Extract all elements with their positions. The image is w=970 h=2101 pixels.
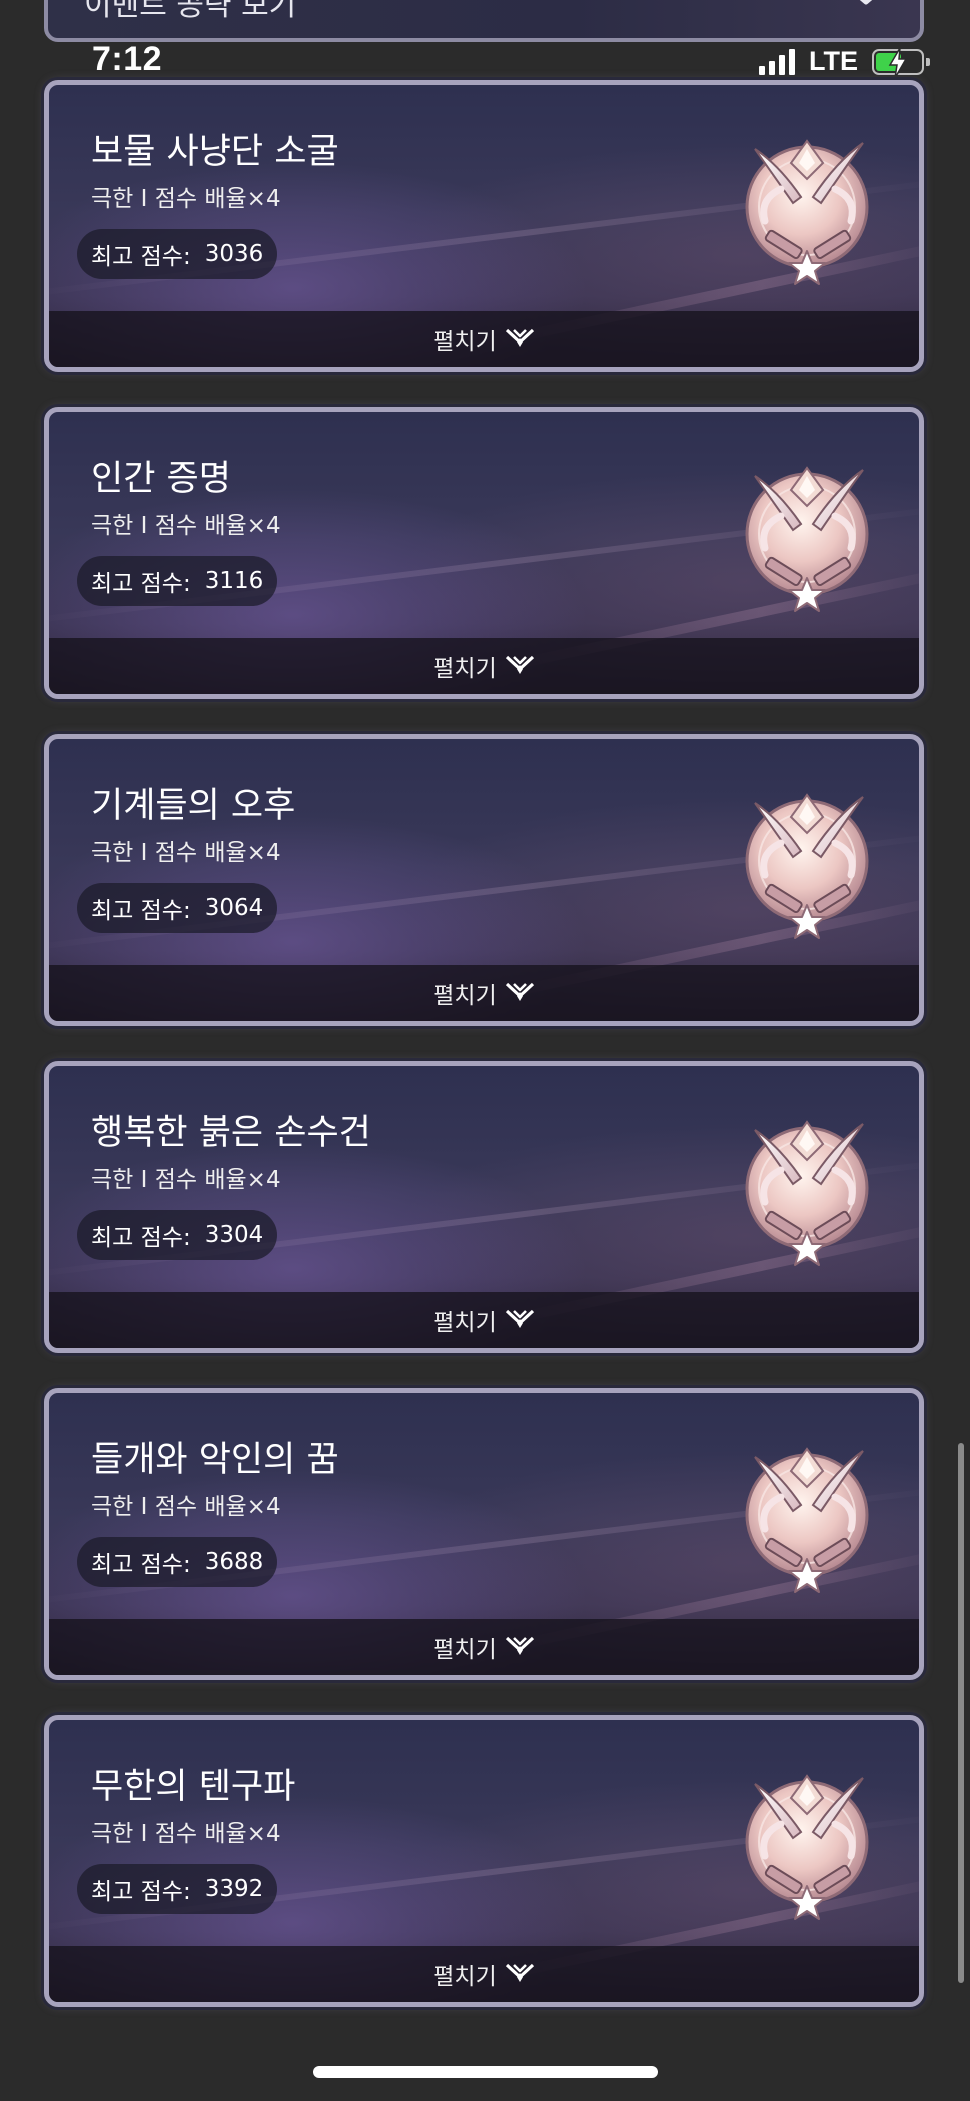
chevron-down-icon bbox=[505, 1959, 535, 1989]
best-score-badge: 최고 점수: 3688 bbox=[77, 1537, 278, 1587]
stage-title: 들개와 악인의 꿈 bbox=[91, 1440, 339, 1480]
stage-card[interactable]: 들개와 악인의 꿈 극한 I 점수 배율×4 최고 점수: 3688 펼치기 bbox=[44, 1388, 924, 1680]
expand-label: 펼치기 bbox=[433, 656, 497, 682]
best-score-value: 3304 bbox=[204, 1222, 264, 1248]
expand-label: 펼치기 bbox=[433, 1310, 497, 1336]
best-score-value: 3064 bbox=[204, 895, 264, 921]
crossed-swords-medal-icon bbox=[735, 1437, 883, 1597]
crossed-swords-medal-icon bbox=[735, 1110, 883, 1270]
crossed-swords-medal-icon bbox=[735, 129, 883, 289]
stage-difficulty: 극한 I 점수 배율×4 bbox=[91, 186, 281, 212]
best-score-label: 최고 점수: bbox=[91, 244, 191, 270]
stage-title: 인간 증명 bbox=[91, 459, 231, 499]
cellular-signal-icon bbox=[759, 48, 795, 75]
chevron-down-icon bbox=[505, 1632, 535, 1662]
stage-card[interactable]: 기계들의 오후 극한 I 점수 배율×4 최고 점수: 3064 펼치기 bbox=[44, 734, 924, 1026]
expand-button[interactable]: 펼치기 bbox=[49, 638, 919, 694]
status-indicators: LTE bbox=[759, 46, 930, 78]
battery-charging-icon bbox=[872, 47, 930, 78]
chevron-down-icon bbox=[505, 324, 535, 354]
expand-label: 펼치기 bbox=[433, 1964, 497, 1990]
status-time: 7:12 bbox=[92, 40, 163, 78]
best-score-badge: 최고 점수: 3036 bbox=[77, 229, 278, 279]
best-score-badge: 최고 점수: 3304 bbox=[77, 1210, 278, 1260]
stage-card[interactable]: 인간 증명 극한 I 점수 배율×4 최고 점수: 3116 펼치기 bbox=[44, 407, 924, 699]
stage-title: 무한의 텐구파 bbox=[91, 1767, 296, 1807]
expand-button[interactable]: 펼치기 bbox=[49, 1292, 919, 1348]
network-type: LTE bbox=[809, 46, 858, 76]
best-score-value: 3036 bbox=[204, 241, 264, 267]
best-score-label: 최고 점수: bbox=[91, 1879, 191, 1905]
stage-card[interactable]: 무한의 텐구파 극한 I 점수 배율×4 최고 점수: 3392 펼치기 bbox=[44, 1715, 924, 2007]
stage-card[interactable]: 보물 사냥단 소굴 극한 I 점수 배율×4 최고 점수: 3036 펼치기 bbox=[44, 80, 924, 372]
crossed-swords-medal-icon bbox=[735, 456, 883, 616]
expand-label: 펼치기 bbox=[433, 983, 497, 1009]
stage-difficulty: 극한 I 점수 배율×4 bbox=[91, 1494, 281, 1520]
stage-difficulty: 극한 I 점수 배율×4 bbox=[91, 840, 281, 866]
stage-card[interactable]: 행복한 붉은 손수건 극한 I 점수 배율×4 최고 점수: 3304 펼치기 bbox=[44, 1061, 924, 1353]
best-score-label: 최고 점수: bbox=[91, 571, 191, 597]
chevron-down-icon bbox=[505, 651, 535, 681]
scrollbar[interactable] bbox=[958, 1443, 964, 1983]
best-score-label: 최고 점수: bbox=[91, 1552, 191, 1578]
stage-title: 기계들의 오후 bbox=[91, 786, 296, 826]
best-score-value: 3116 bbox=[204, 568, 264, 594]
home-indicator[interactable] bbox=[313, 2066, 658, 2078]
crossed-swords-medal-icon bbox=[735, 1764, 883, 1924]
stage-difficulty: 극한 I 점수 배율×4 bbox=[91, 1821, 281, 1847]
chevron-icon bbox=[846, 0, 886, 16]
expand-button[interactable]: 펼치기 bbox=[49, 965, 919, 1021]
expand-label: 펼치기 bbox=[433, 329, 497, 355]
status-bar: 7:12 LTE bbox=[0, 36, 970, 84]
stage-title: 행복한 붉은 손수건 bbox=[91, 1113, 371, 1153]
best-score-label: 최고 점수: bbox=[91, 1225, 191, 1251]
stage-difficulty: 극한 I 점수 배율×4 bbox=[91, 513, 281, 539]
best-score-badge: 최고 점수: 3392 bbox=[77, 1864, 278, 1914]
expand-button[interactable]: 펼치기 bbox=[49, 1946, 919, 2002]
best-score-value: 3688 bbox=[204, 1549, 264, 1575]
expand-label: 펼치기 bbox=[433, 1637, 497, 1663]
best-score-badge: 최고 점수: 3116 bbox=[77, 556, 278, 606]
stage-title: 보물 사냥단 소굴 bbox=[91, 132, 339, 172]
expand-button[interactable]: 펼치기 bbox=[49, 1619, 919, 1675]
expand-button[interactable]: 펼치기 bbox=[49, 311, 919, 367]
chevron-down-icon bbox=[505, 978, 535, 1008]
event-guide-title: 이벤트 공략 보기 bbox=[84, 0, 297, 23]
best-score-label: 최고 점수: bbox=[91, 898, 191, 924]
best-score-badge: 최고 점수: 3064 bbox=[77, 883, 278, 933]
crossed-swords-medal-icon bbox=[735, 783, 883, 943]
stage-difficulty: 극한 I 점수 배율×4 bbox=[91, 1167, 281, 1193]
best-score-value: 3392 bbox=[204, 1876, 264, 1902]
chevron-down-icon bbox=[505, 1305, 535, 1335]
